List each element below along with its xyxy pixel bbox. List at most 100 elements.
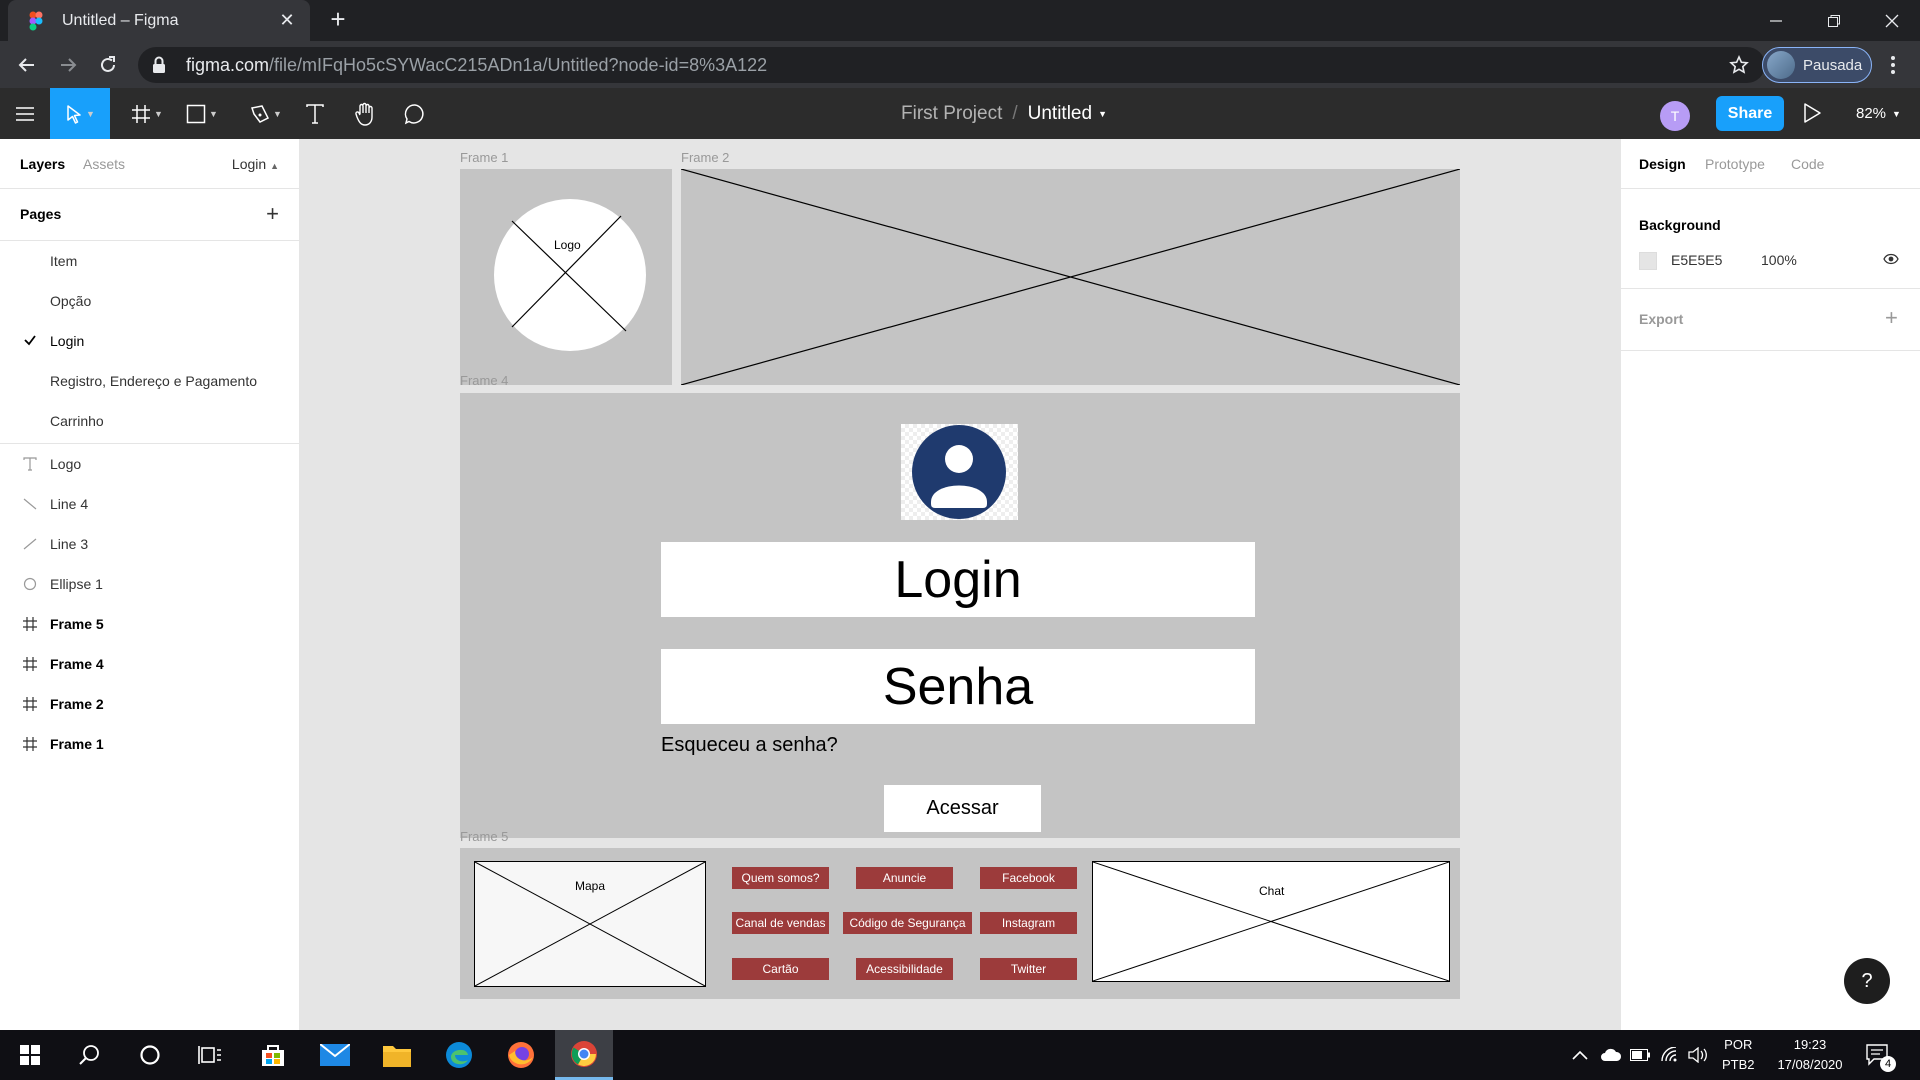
minimize-icon[interactable] (1748, 0, 1804, 41)
tab-assets[interactable]: Assets (83, 156, 125, 172)
visibility-eye-icon[interactable] (1883, 253, 1899, 265)
background-title: Background (1639, 217, 1721, 233)
sales-channel-button[interactable]: Canal de vendas (732, 912, 829, 934)
background-swatch[interactable] (1639, 252, 1657, 270)
new-tab-button[interactable]: + (324, 6, 352, 34)
access-button[interactable]: Acessar (884, 785, 1041, 832)
login-field[interactable]: Login (661, 542, 1255, 617)
battery-icon[interactable] (1630, 1030, 1650, 1080)
layers-panel: Layers Assets Login ▲ Pages + Item Opção… (0, 139, 300, 1030)
notification-center-icon[interactable]: 4 (1866, 1030, 1896, 1080)
about-us-button[interactable]: Quem somos? (732, 867, 829, 889)
facebook-button[interactable]: Facebook (980, 867, 1077, 889)
layer-item-logo[interactable]: Logo (0, 444, 299, 484)
windows-start-icon[interactable] (5, 1030, 55, 1080)
page-item-registro[interactable]: Registro, Endereço e Pagamento (0, 361, 299, 401)
help-button[interactable]: ? (1844, 958, 1890, 1004)
checkmark-icon (23, 333, 37, 347)
frame-2[interactable] (681, 169, 1460, 385)
firefox-icon[interactable] (496, 1030, 546, 1080)
security-code-button[interactable]: Código de Segurança (843, 912, 972, 934)
layer-item-frame-2[interactable]: Frame 2 (0, 684, 299, 724)
frame-5[interactable]: Mapa Quem somos? Anuncie Facebook Canal … (460, 848, 1460, 999)
forgot-password-link[interactable]: Esqueceu a senha? (661, 734, 838, 757)
url-bar[interactable]: figma.com/file/mIFqHo5cSYWacC215ADn1a/Un… (138, 47, 1765, 83)
chevron-down-icon[interactable]: ▼ (1098, 109, 1107, 119)
twitter-button[interactable]: Twitter (980, 958, 1077, 980)
user-avatar[interactable]: T (1660, 101, 1690, 131)
file-name[interactable]: Untitled (1028, 103, 1092, 125)
input-language[interactable]: POR PTB2 (1722, 1030, 1755, 1080)
microsoft-store-icon[interactable] (248, 1030, 298, 1080)
browser-tab[interactable]: Untitled – Figma ✕ (8, 0, 310, 41)
page-item-login[interactable]: Login (0, 321, 299, 361)
page-item-carrinho[interactable]: Carrinho (0, 401, 299, 441)
zoom-dropdown[interactable]: 82% ▼ (1856, 88, 1901, 139)
card-button[interactable]: Cartão (732, 958, 829, 980)
tab-title: Untitled – Figma (62, 11, 179, 29)
design-canvas[interactable]: Frame 1 Logo Frame 2 Frame 4 Login Senha… (300, 139, 1620, 1030)
profile-status: Pausada (1803, 56, 1863, 74)
frame-1-label[interactable]: Frame 1 (460, 150, 508, 165)
layer-item-frame-5[interactable]: Frame 5 (0, 604, 299, 644)
chat-placeholder[interactable]: Chat (1092, 861, 1450, 982)
tab-design[interactable]: Design (1639, 156, 1686, 172)
browser-menu-icon[interactable] (1882, 50, 1904, 80)
present-play-icon[interactable] (1802, 102, 1822, 124)
share-button[interactable]: Share (1716, 96, 1784, 131)
add-export-icon[interactable]: + (1885, 305, 1898, 331)
frame-1[interactable]: Logo (460, 169, 672, 385)
current-page-selector[interactable]: Login ▲ (232, 156, 279, 172)
layer-item-line-4[interactable]: Line 4 (0, 484, 299, 524)
map-placeholder[interactable]: Mapa (474, 861, 706, 987)
reload-icon[interactable] (93, 50, 123, 80)
layer-label: Line 3 (50, 536, 89, 552)
tab-close-icon[interactable]: ✕ (276, 10, 298, 31)
onedrive-icon[interactable] (1600, 1030, 1622, 1080)
accessibility-button[interactable]: Acessibilidade (856, 958, 953, 980)
volume-icon[interactable] (1688, 1030, 1710, 1080)
tab-layers[interactable]: Layers (20, 156, 65, 172)
user-avatar-image[interactable] (901, 424, 1018, 520)
mail-icon[interactable] (310, 1030, 360, 1080)
edge-icon[interactable] (434, 1030, 484, 1080)
file-explorer-icon[interactable] (372, 1030, 422, 1080)
layer-item-frame-1[interactable]: Frame 1 (0, 724, 299, 764)
frame-4-label[interactable]: Frame 4 (460, 373, 508, 388)
close-window-icon[interactable] (1864, 0, 1920, 41)
logo-placeholder[interactable] (460, 169, 672, 385)
tray-chevron-up-icon[interactable] (1572, 1030, 1588, 1080)
left-panel-tabs: Layers Assets Login ▲ (0, 139, 299, 189)
instagram-button[interactable]: Instagram (980, 912, 1077, 934)
layer-item-line-3[interactable]: Line 3 (0, 524, 299, 564)
forward-icon[interactable] (53, 50, 83, 80)
layer-label: Frame 5 (50, 616, 104, 632)
page-item-item[interactable]: Item (0, 241, 299, 281)
layer-item-frame-4[interactable]: Frame 4 (0, 644, 299, 684)
task-view-icon[interactable] (185, 1030, 235, 1080)
tab-prototype[interactable]: Prototype (1705, 156, 1765, 172)
clock[interactable]: 19:23 17/08/2020 (1768, 1030, 1852, 1080)
frame-2-label[interactable]: Frame 2 (681, 150, 729, 165)
tab-code[interactable]: Code (1791, 156, 1824, 172)
page-label: Carrinho (50, 413, 104, 429)
page-item-opcao[interactable]: Opção (0, 281, 299, 321)
layer-item-ellipse-1[interactable]: Ellipse 1 (0, 564, 299, 604)
back-icon[interactable] (12, 50, 42, 80)
chrome-taskbar-icon[interactable] (555, 1030, 613, 1080)
password-field[interactable]: Senha (661, 649, 1255, 724)
browser-tab-bar: Untitled – Figma ✕ + (0, 0, 1920, 41)
background-section: Background E5E5E5 100% (1621, 189, 1920, 289)
bookmark-star-icon[interactable] (1729, 55, 1749, 75)
project-name[interactable]: First Project (901, 103, 1002, 125)
advertise-button[interactable]: Anuncie (856, 867, 953, 889)
background-opacity-input[interactable]: 100% (1761, 252, 1797, 268)
background-hex-input[interactable]: E5E5E5 (1671, 252, 1722, 268)
profile-button[interactable]: Pausada (1762, 47, 1872, 83)
frame-5-label[interactable]: Frame 5 (460, 829, 508, 844)
cortana-icon[interactable] (125, 1030, 175, 1080)
restore-icon[interactable] (1806, 0, 1862, 41)
add-page-icon[interactable]: + (266, 201, 279, 227)
search-icon[interactable] (64, 1030, 114, 1080)
wifi-icon[interactable] (1660, 1030, 1680, 1080)
